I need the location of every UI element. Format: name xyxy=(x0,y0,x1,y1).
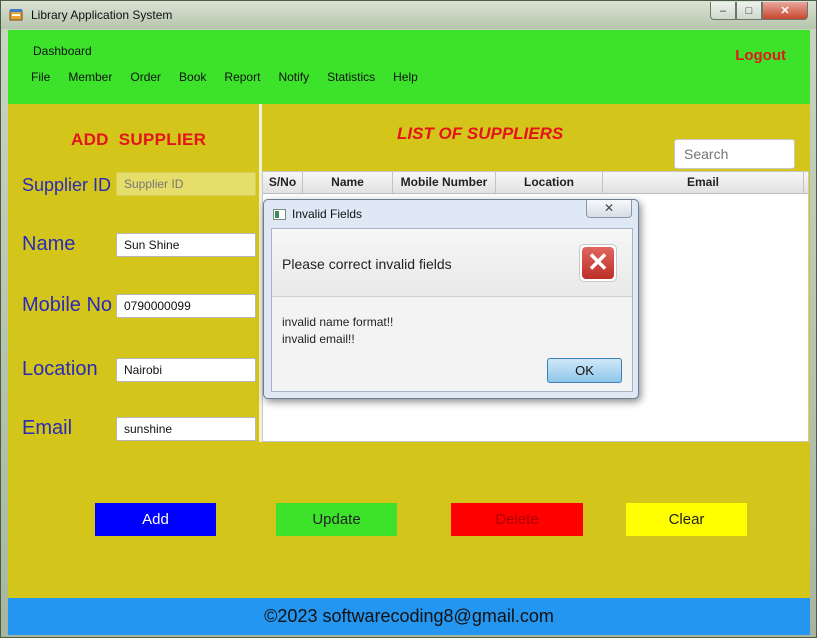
dialog-app-icon xyxy=(273,209,286,220)
table-header: S/No Name Mobile Number Location Email xyxy=(263,172,808,194)
menu-notify[interactable]: Notify xyxy=(278,70,309,84)
menu-file[interactable]: File xyxy=(31,70,50,84)
app-window: Library Application System – □ ✕ Dashboa… xyxy=(0,0,817,638)
form-title: ADD SUPPLIER xyxy=(71,130,207,149)
list-title: LIST OF SUPPLIERS xyxy=(397,124,564,143)
title-bar: Library Application System – □ ✕ xyxy=(1,1,816,29)
error-x-icon: ✕ xyxy=(579,244,617,282)
mobile-label: Mobile No xyxy=(22,294,113,316)
column-location[interactable]: Location xyxy=(496,172,603,193)
menu-book[interactable]: Book xyxy=(179,70,206,84)
menu-member[interactable]: Member xyxy=(68,70,112,84)
menu-order[interactable]: Order xyxy=(130,70,161,84)
dialog-message-1: invalid name format!! xyxy=(282,315,394,329)
update-button[interactable]: Update xyxy=(276,503,397,536)
email-label: Email xyxy=(22,417,73,439)
invalid-fields-dialog: Invalid Fields ✕ Please correct invalid … xyxy=(263,199,639,399)
location-label: Location xyxy=(22,358,98,380)
dialog-header-text: Please correct invalid fields xyxy=(282,256,452,272)
window-title: Library Application System xyxy=(31,8,173,22)
supplier-id-label: Supplier ID xyxy=(22,175,112,195)
dialog-title: Invalid Fields xyxy=(292,207,363,221)
name-label: Name xyxy=(22,233,76,255)
maximize-button[interactable]: □ xyxy=(736,2,762,20)
footer: ©2023 softwarecoding8@gmail.com xyxy=(8,598,810,635)
search-input[interactable] xyxy=(674,139,795,169)
column-mobile-number[interactable]: Mobile Number xyxy=(393,172,496,193)
column-sno[interactable]: S/No xyxy=(263,172,303,193)
delete-button[interactable]: Delete xyxy=(451,503,583,536)
ok-button[interactable]: OK xyxy=(547,358,622,383)
dashboard-link[interactable]: Dashboard xyxy=(33,44,92,58)
logout-button[interactable]: Logout xyxy=(735,47,786,64)
dialog-title-bar: Invalid Fields ✕ xyxy=(264,200,638,228)
menu-help[interactable]: Help xyxy=(393,70,418,84)
dialog-header: Please correct invalid fields ✕ xyxy=(272,229,632,297)
menu-items: File Member Order Book Report Notify Sta… xyxy=(31,70,436,84)
dialog-body: Please correct invalid fields ✕ invalid … xyxy=(271,228,633,392)
window-controls: – □ ✕ xyxy=(710,2,808,21)
add-button[interactable]: Add xyxy=(95,503,216,536)
minimize-button[interactable]: – xyxy=(710,2,736,20)
menu-report[interactable]: Report xyxy=(224,70,260,84)
dialog-message-2: invalid email!! xyxy=(282,332,355,346)
name-field[interactable] xyxy=(116,233,256,257)
menu-statistics[interactable]: Statistics xyxy=(327,70,375,84)
menu-bar: Dashboard File Member Order Book Report … xyxy=(8,30,810,104)
email-field[interactable] xyxy=(116,417,256,441)
column-email[interactable]: Email xyxy=(603,172,804,193)
close-button[interactable]: ✕ xyxy=(762,2,808,20)
add-supplier-form: ADD SUPPLIER Supplier ID Name Mobile No … xyxy=(8,104,259,442)
mobile-field[interactable] xyxy=(116,294,256,318)
column-name[interactable]: Name xyxy=(303,172,393,193)
location-field[interactable] xyxy=(116,358,256,382)
supplier-id-field[interactable] xyxy=(116,172,256,196)
app-icon xyxy=(9,9,23,21)
dialog-close-button[interactable]: ✕ xyxy=(586,200,632,218)
clear-button[interactable]: Clear xyxy=(626,503,747,536)
